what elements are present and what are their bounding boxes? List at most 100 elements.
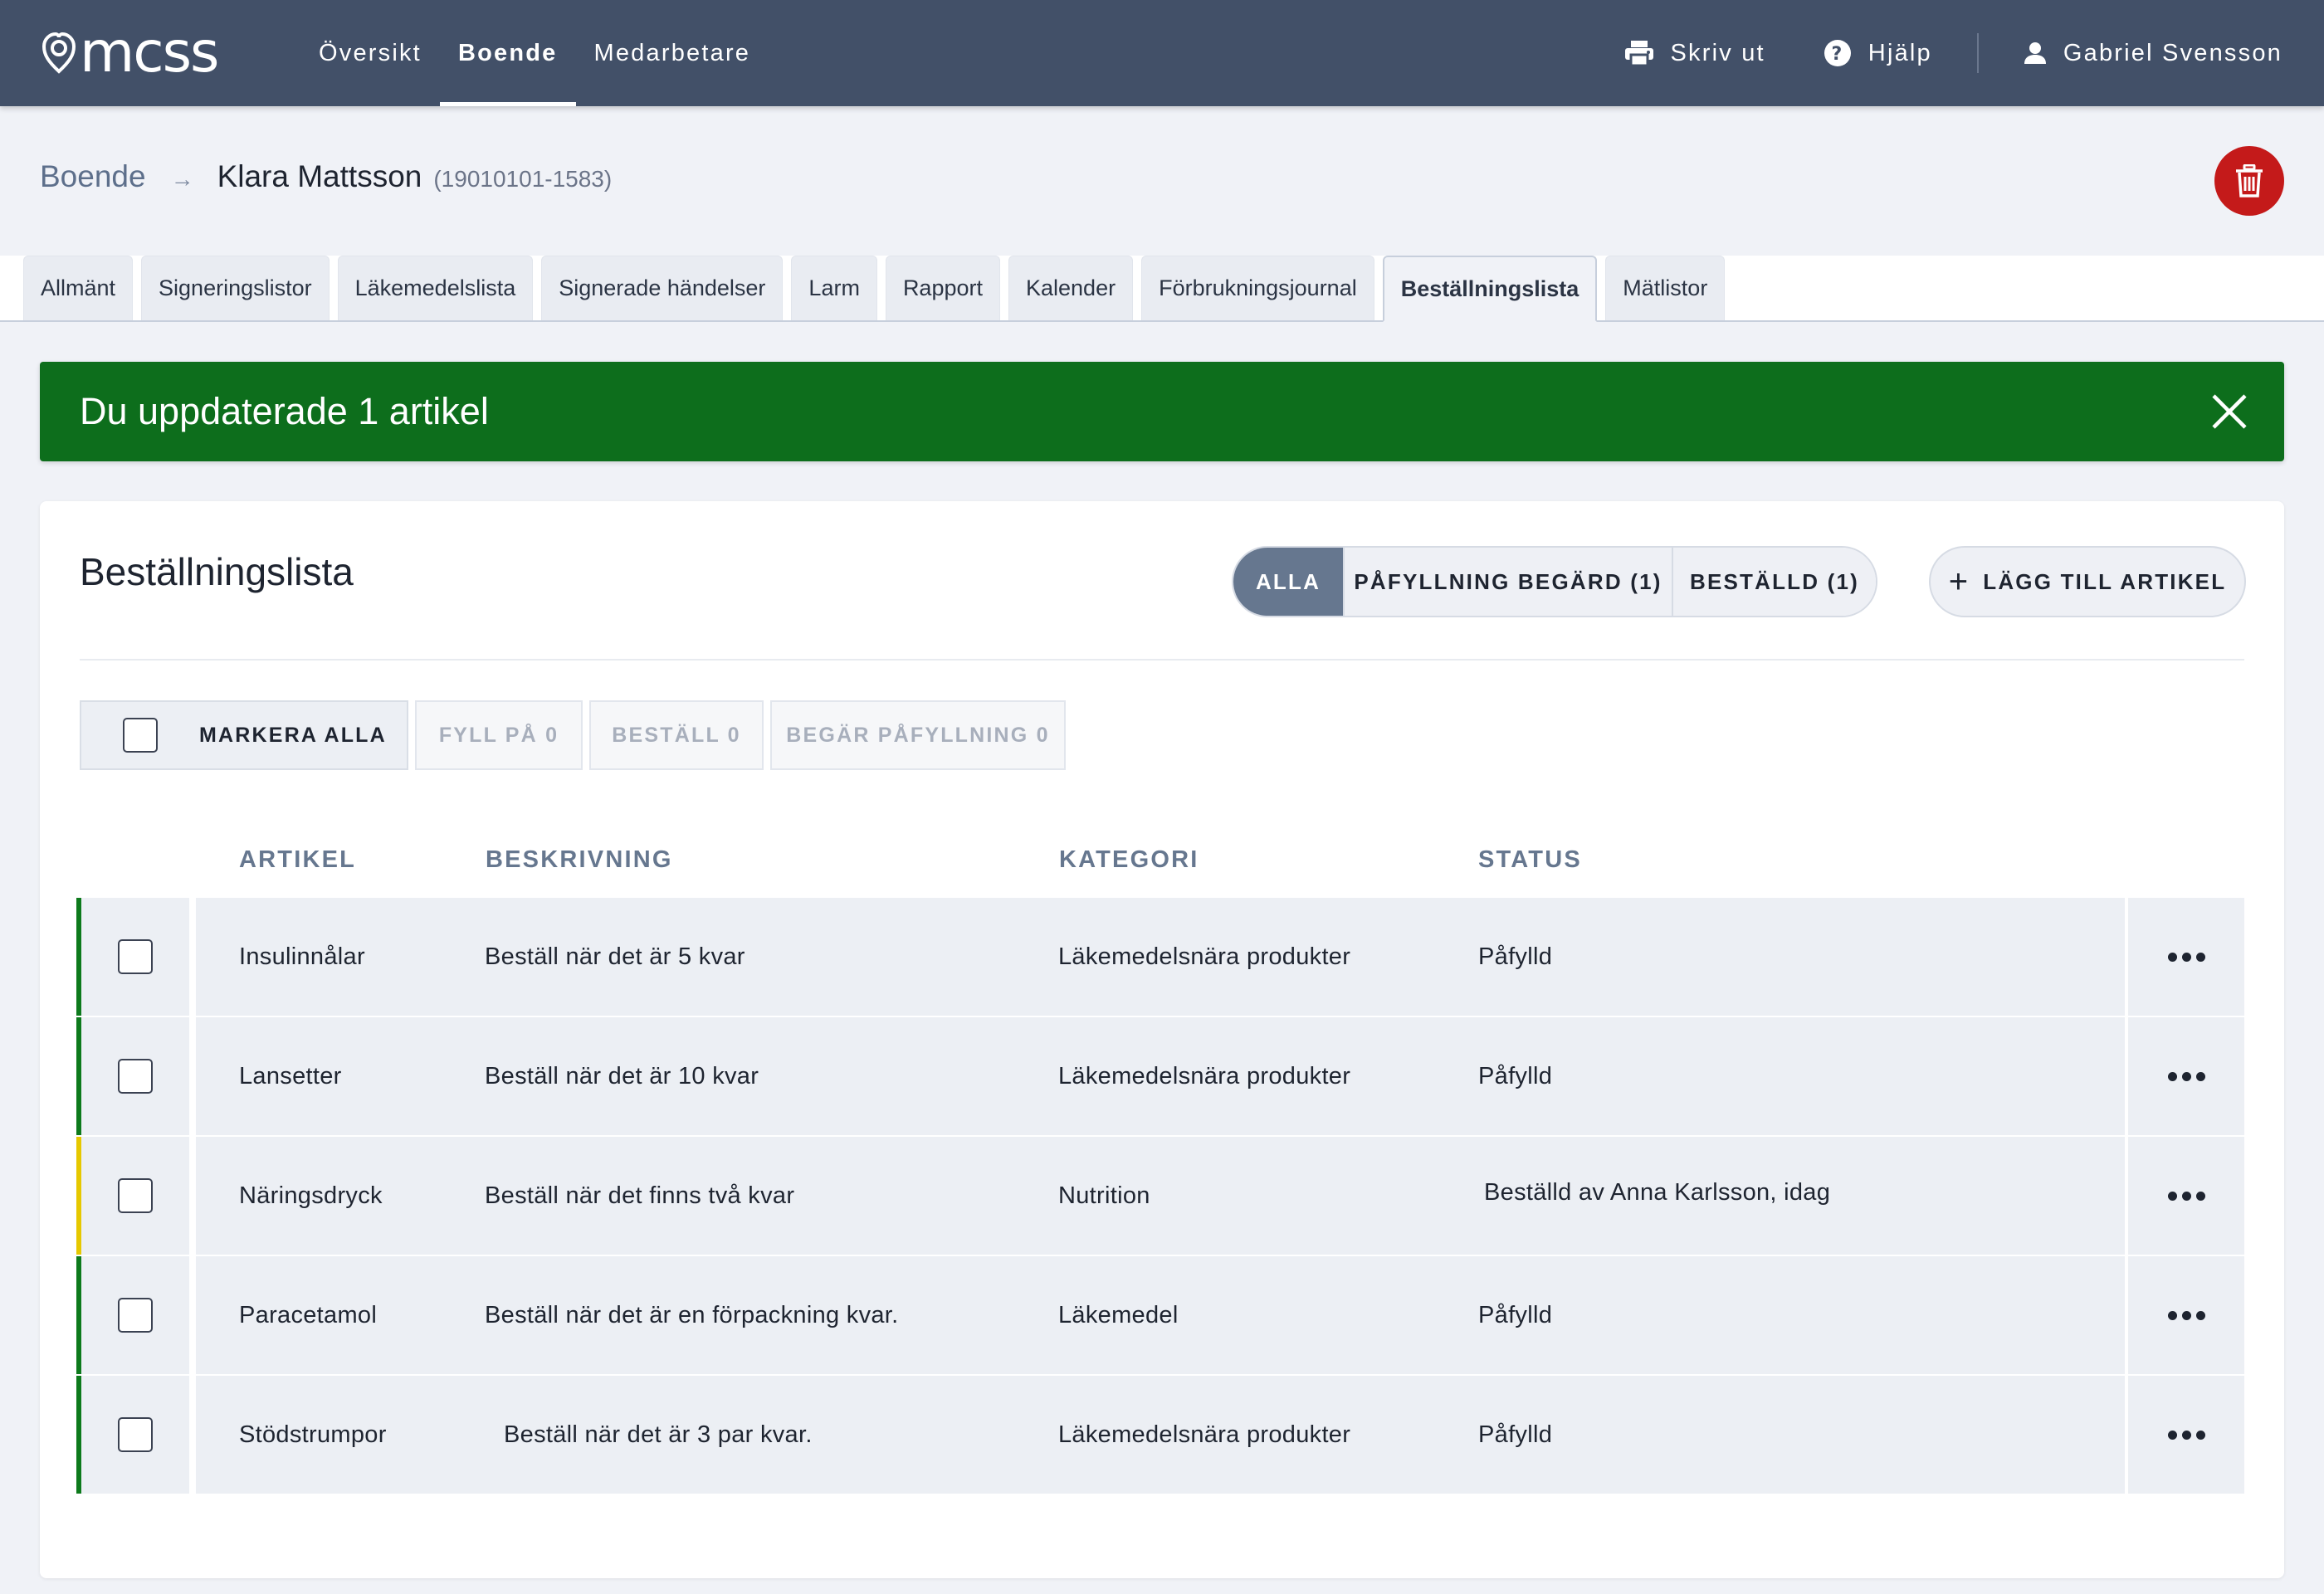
cell-status: Påfylld [1478,1062,1553,1089]
nav-item-medarbetare[interactable]: Medarbetare [576,0,769,106]
row-menu-button[interactable] [2128,1017,2244,1135]
row-content: Stödstrumpor Beställ när det är 3 par kv… [196,1376,2125,1494]
add-article-button[interactable]: + LÄGG TILL ARTIKEL [1929,546,2246,617]
row-checkbox[interactable] [118,1059,153,1094]
filter-pafyllning-begard[interactable]: PÅFYLLNING BEGÄRD (1) [1345,548,1673,616]
user-icon [2024,42,2046,64]
order-button[interactable]: BESTÄLL 0 [589,700,764,770]
row-checkbox[interactable] [118,1298,153,1333]
cell-status: Påfylld [1478,943,1553,970]
table-row[interactable]: Insulinnålar Beställ när det är 5 kvar L… [76,898,2244,1017]
tab-larm[interactable]: Larm [791,256,877,320]
row-checkbox-cell [81,1376,193,1494]
alert-message: Du uppdaterade 1 artikel [80,390,489,432]
tab-signeringslistor[interactable]: Signeringslistor [141,256,330,320]
filter-alla[interactable]: ALLA [1233,548,1345,616]
row-checkbox-cell [81,1256,193,1374]
breadcrumb-root-link[interactable]: Boende [40,159,146,194]
status-filter: ALLA PÅFYLLNING BEGÄRD (1) BESTÄLLD (1) [1232,546,1877,617]
cell-article: Lansetter [239,1062,342,1089]
tab-matlistor[interactable]: Mätlistor [1605,256,1726,320]
tab-allmant[interactable]: Allmänt [23,256,134,320]
user-name: Gabriel Svensson [2063,39,2282,66]
print-button[interactable]: Skriv ut [1624,40,1765,67]
cell-description: Beställ när det är 5 kvar [485,943,745,970]
add-article-label: LÄGG TILL ARTIKEL [1983,568,2227,594]
more-icon [2165,952,2208,962]
row-checkbox[interactable] [118,1417,153,1452]
more-icon [2165,1430,2208,1440]
cell-article: Paracetamol [239,1301,378,1328]
row-menu-button[interactable] [2128,1376,2244,1494]
resident-name: Klara Mattsson [217,159,422,193]
column-header-kategori[interactable]: KATEGORI [1059,846,1199,874]
table-header: ARTIKEL BESKRIVNING KATEGORI STATUS [40,846,2284,888]
cell-description: Beställ när det är 3 par kvar. [504,1421,813,1448]
cell-status: Påfylld [1478,1421,1553,1448]
tab-bestallningslista[interactable]: Beställningslista [1382,256,1598,322]
more-icon [2165,1310,2208,1320]
tab-signerade-handelser[interactable]: Signerade händelser [541,256,784,320]
cell-category: Läkemedelsnära produkter [1058,943,1351,970]
tab-lakemedelslista[interactable]: Läkemedelslista [337,256,534,320]
table-row[interactable]: Paracetamol Beställ när det är en förpac… [76,1256,2244,1376]
table-row[interactable]: Näringsdryck Beställ när det finns två k… [76,1137,2244,1256]
tab-kalender[interactable]: Kalender [1008,256,1134,320]
help-icon: ? [1824,40,1851,66]
card-title: Beställningslista [80,550,354,593]
select-all-button[interactable]: MARKERA ALLA [80,700,408,770]
cell-article: Insulinnålar [239,943,365,970]
row-menu-button[interactable] [2128,1256,2244,1374]
close-icon[interactable] [2211,393,2248,430]
print-label: Skriv ut [1670,39,1765,66]
row-checkbox-cell [81,898,193,1016]
app-logo[interactable]: mcss [42,20,219,85]
more-icon [2165,1071,2208,1081]
cell-status: Påfylld [1478,1301,1553,1328]
success-alert: Du uppdaterade 1 artikel [40,362,2284,461]
row-menu-button[interactable] [2128,1137,2244,1255]
logo-heart-icon [42,30,76,76]
cell-description: Beställ när det är 10 kvar [485,1062,759,1089]
svg-text:?: ? [1831,44,1843,65]
cell-status: Beställd av Anna Karlsson, idag [1484,1178,1831,1206]
breadcrumb: Boende → Klara Mattsson (19010101-1583) [40,159,612,194]
cell-description: Beställ när det är en förpackning kvar. [485,1301,899,1328]
filter-bestalld[interactable]: BESTÄLLD (1) [1673,548,1876,616]
select-all-checkbox[interactable] [123,718,158,753]
nav-item-oversikt[interactable]: Översikt [300,0,440,106]
column-header-artikel[interactable]: ARTIKEL [239,846,356,874]
top-navbar: mcss Översikt Boende Medarbetare Skriv u… [0,0,2324,106]
help-button[interactable]: ? Hjälp [1824,39,1932,67]
nav-item-boende[interactable]: Boende [439,0,576,106]
table-row[interactable]: Stödstrumpor Beställ när det är 3 par kv… [76,1376,2244,1495]
row-content: Lansetter Beställ när det är 10 kvar Läk… [196,1017,2125,1135]
tab-forbrukningsjournal[interactable]: Förbrukningsjournal [1141,256,1374,320]
bulk-actions: MARKERA ALLA FYLL PÅ 0 BESTÄLL 0 BEGÄR P… [80,700,1072,770]
refill-button[interactable]: FYLL PÅ 0 [415,700,583,770]
row-checkbox-cell [81,1017,193,1135]
column-header-beskrivning[interactable]: BESKRIVNING [486,846,673,874]
row-checkbox[interactable] [118,939,153,974]
user-menu[interactable]: Gabriel Svensson [2024,40,2282,67]
resident-tabs: Allmänt Signeringslistor Läkemedelslista… [0,256,2324,322]
delete-resident-button[interactable] [2214,146,2284,216]
logo-text: mcss [80,20,219,85]
cell-article: Näringsdryck [239,1182,383,1209]
tab-rapport[interactable]: Rapport [885,256,1000,320]
column-header-status[interactable]: STATUS [1478,846,1582,874]
resident-id: (19010101-1583) [433,166,613,192]
trash-icon [2236,164,2263,197]
row-menu-button[interactable] [2128,898,2244,1016]
select-all-label: MARKERA ALLA [199,723,387,747]
arrow-right-icon: → [170,166,194,192]
row-checkbox[interactable] [118,1178,153,1213]
table-row[interactable]: Lansetter Beställ när det är 10 kvar Läk… [76,1017,2244,1137]
cell-description: Beställ när det finns två kvar [485,1182,795,1209]
more-icon [2165,1191,2208,1201]
order-list-card: Beställningslista ALLA PÅFYLLNING BEGÄRD… [40,501,2284,1578]
nav-right: Skriv ut ? Hjälp Gabriel Svensson [1624,0,2283,106]
row-content: Paracetamol Beställ när det är en förpac… [196,1256,2125,1374]
request-refill-button[interactable]: BEGÄR PÅFYLLNING 0 [770,700,1066,770]
cell-category: Läkemedelsnära produkter [1058,1062,1351,1089]
